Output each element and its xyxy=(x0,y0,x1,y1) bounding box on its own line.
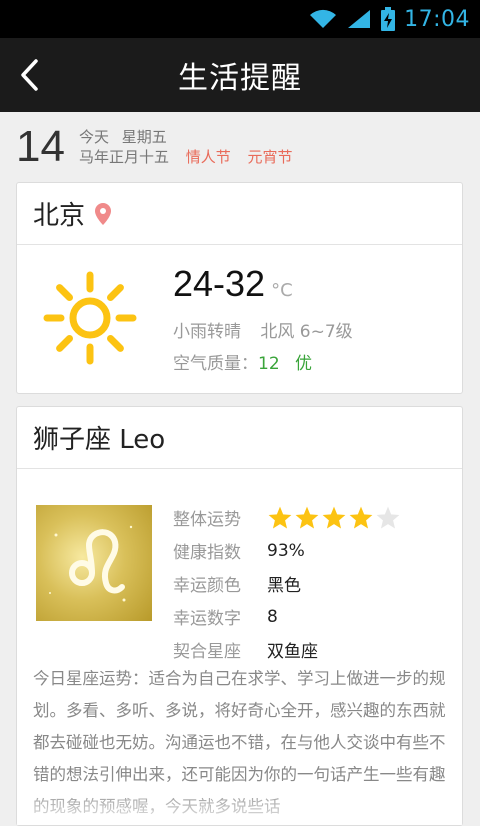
weather-card[interactable]: 北京 24-32 °C 小雨转晴 北风 6~7级 空气质量：12 优 xyxy=(16,182,463,394)
weather-body: 24-32 °C 小雨转晴 北风 6~7级 空气质量：12 优 xyxy=(17,245,462,393)
info-row-health: 健康指数 93% xyxy=(173,534,401,567)
horoscope-title: 狮子座 Leo xyxy=(33,425,166,455)
horoscope-header: 狮子座 Leo xyxy=(17,407,462,469)
festival-label: 元宵节 xyxy=(247,148,293,166)
info-row-color: 幸运颜色 黑色 xyxy=(173,567,401,600)
aqi-value: 12 xyxy=(258,354,280,374)
info-key: 健康指数 xyxy=(173,543,241,563)
signal-icon xyxy=(348,10,371,28)
sun-icon xyxy=(43,271,137,365)
weather-description: 小雨转晴 北风 6~7级 xyxy=(173,317,367,342)
info-value: 双鱼座 xyxy=(267,642,318,662)
date-today: 今天 xyxy=(78,128,109,146)
info-value: 8 xyxy=(267,606,278,627)
fade-overlay xyxy=(17,785,462,825)
info-row-overall: 整体运势 xyxy=(173,501,401,534)
info-row-match: 契合星座 双鱼座 xyxy=(173,633,401,666)
info-key: 幸运数字 xyxy=(173,609,241,629)
back-button[interactable] xyxy=(18,38,58,112)
wifi-icon xyxy=(310,9,337,28)
status-bar: 17:04 xyxy=(0,0,480,38)
leo-symbol-icon xyxy=(49,525,133,602)
star-filled-icon xyxy=(295,506,319,529)
info-key: 幸运颜色 xyxy=(173,576,241,596)
battery-icon xyxy=(381,7,396,31)
date-weekday: 星期五 xyxy=(121,128,167,146)
date-lunar: 马年正月十五 xyxy=(78,148,169,166)
info-value: 93% xyxy=(267,540,305,561)
status-clock: 17:04 xyxy=(404,6,470,32)
info-value: 黑色 xyxy=(267,576,301,596)
back-arrow-icon xyxy=(21,59,38,91)
leo-sign-image xyxy=(36,505,152,621)
info-row-number: 幸运数字 8 xyxy=(173,600,401,633)
horoscope-info: 整体运势 健康指数 93% 幸运颜色 黑色 幸运数字 8 契合星座 双鱼座 xyxy=(173,501,401,666)
weather-wind: 北风 6~7级 xyxy=(260,322,353,342)
star-empty-icon xyxy=(376,506,400,529)
date-day: 14 xyxy=(16,122,65,171)
info-key: 契合星座 xyxy=(173,642,241,662)
festival-label: 情人节 xyxy=(185,148,231,166)
star-filled-icon xyxy=(322,506,346,529)
star-filled-icon xyxy=(268,506,292,529)
aqi-label: 空气质量： xyxy=(173,354,258,374)
info-key: 整体运势 xyxy=(173,510,241,530)
date-details: 今天 星期五 马年正月十五 情人节 元宵节 xyxy=(79,127,305,167)
horoscope-card[interactable]: 狮子座 Leo 整体运势 健康指数 93% 幸运颜色 黑色 幸运数字 8 契合星… xyxy=(16,406,463,826)
weather-condition: 小雨转晴 xyxy=(173,322,241,342)
temperature-line: 24-32 °C xyxy=(173,263,293,305)
city-name: 北京 xyxy=(33,201,86,231)
aqi-level: 优 xyxy=(295,354,313,374)
temperature-unit: °C xyxy=(271,280,293,301)
title-bar: 生活提醒 xyxy=(0,38,480,112)
air-quality: 空气质量：12 优 xyxy=(173,349,312,374)
page-title: 生活提醒 xyxy=(178,61,302,96)
overall-rating-stars xyxy=(267,505,401,531)
location-pin-icon xyxy=(95,202,112,225)
star-filled-icon xyxy=(349,506,373,529)
date-row: 14 今天 星期五 马年正月十五 情人节 元宵节 xyxy=(0,112,480,182)
temperature-range: 24-32 xyxy=(173,263,266,304)
weather-header: 北京 xyxy=(17,183,462,245)
